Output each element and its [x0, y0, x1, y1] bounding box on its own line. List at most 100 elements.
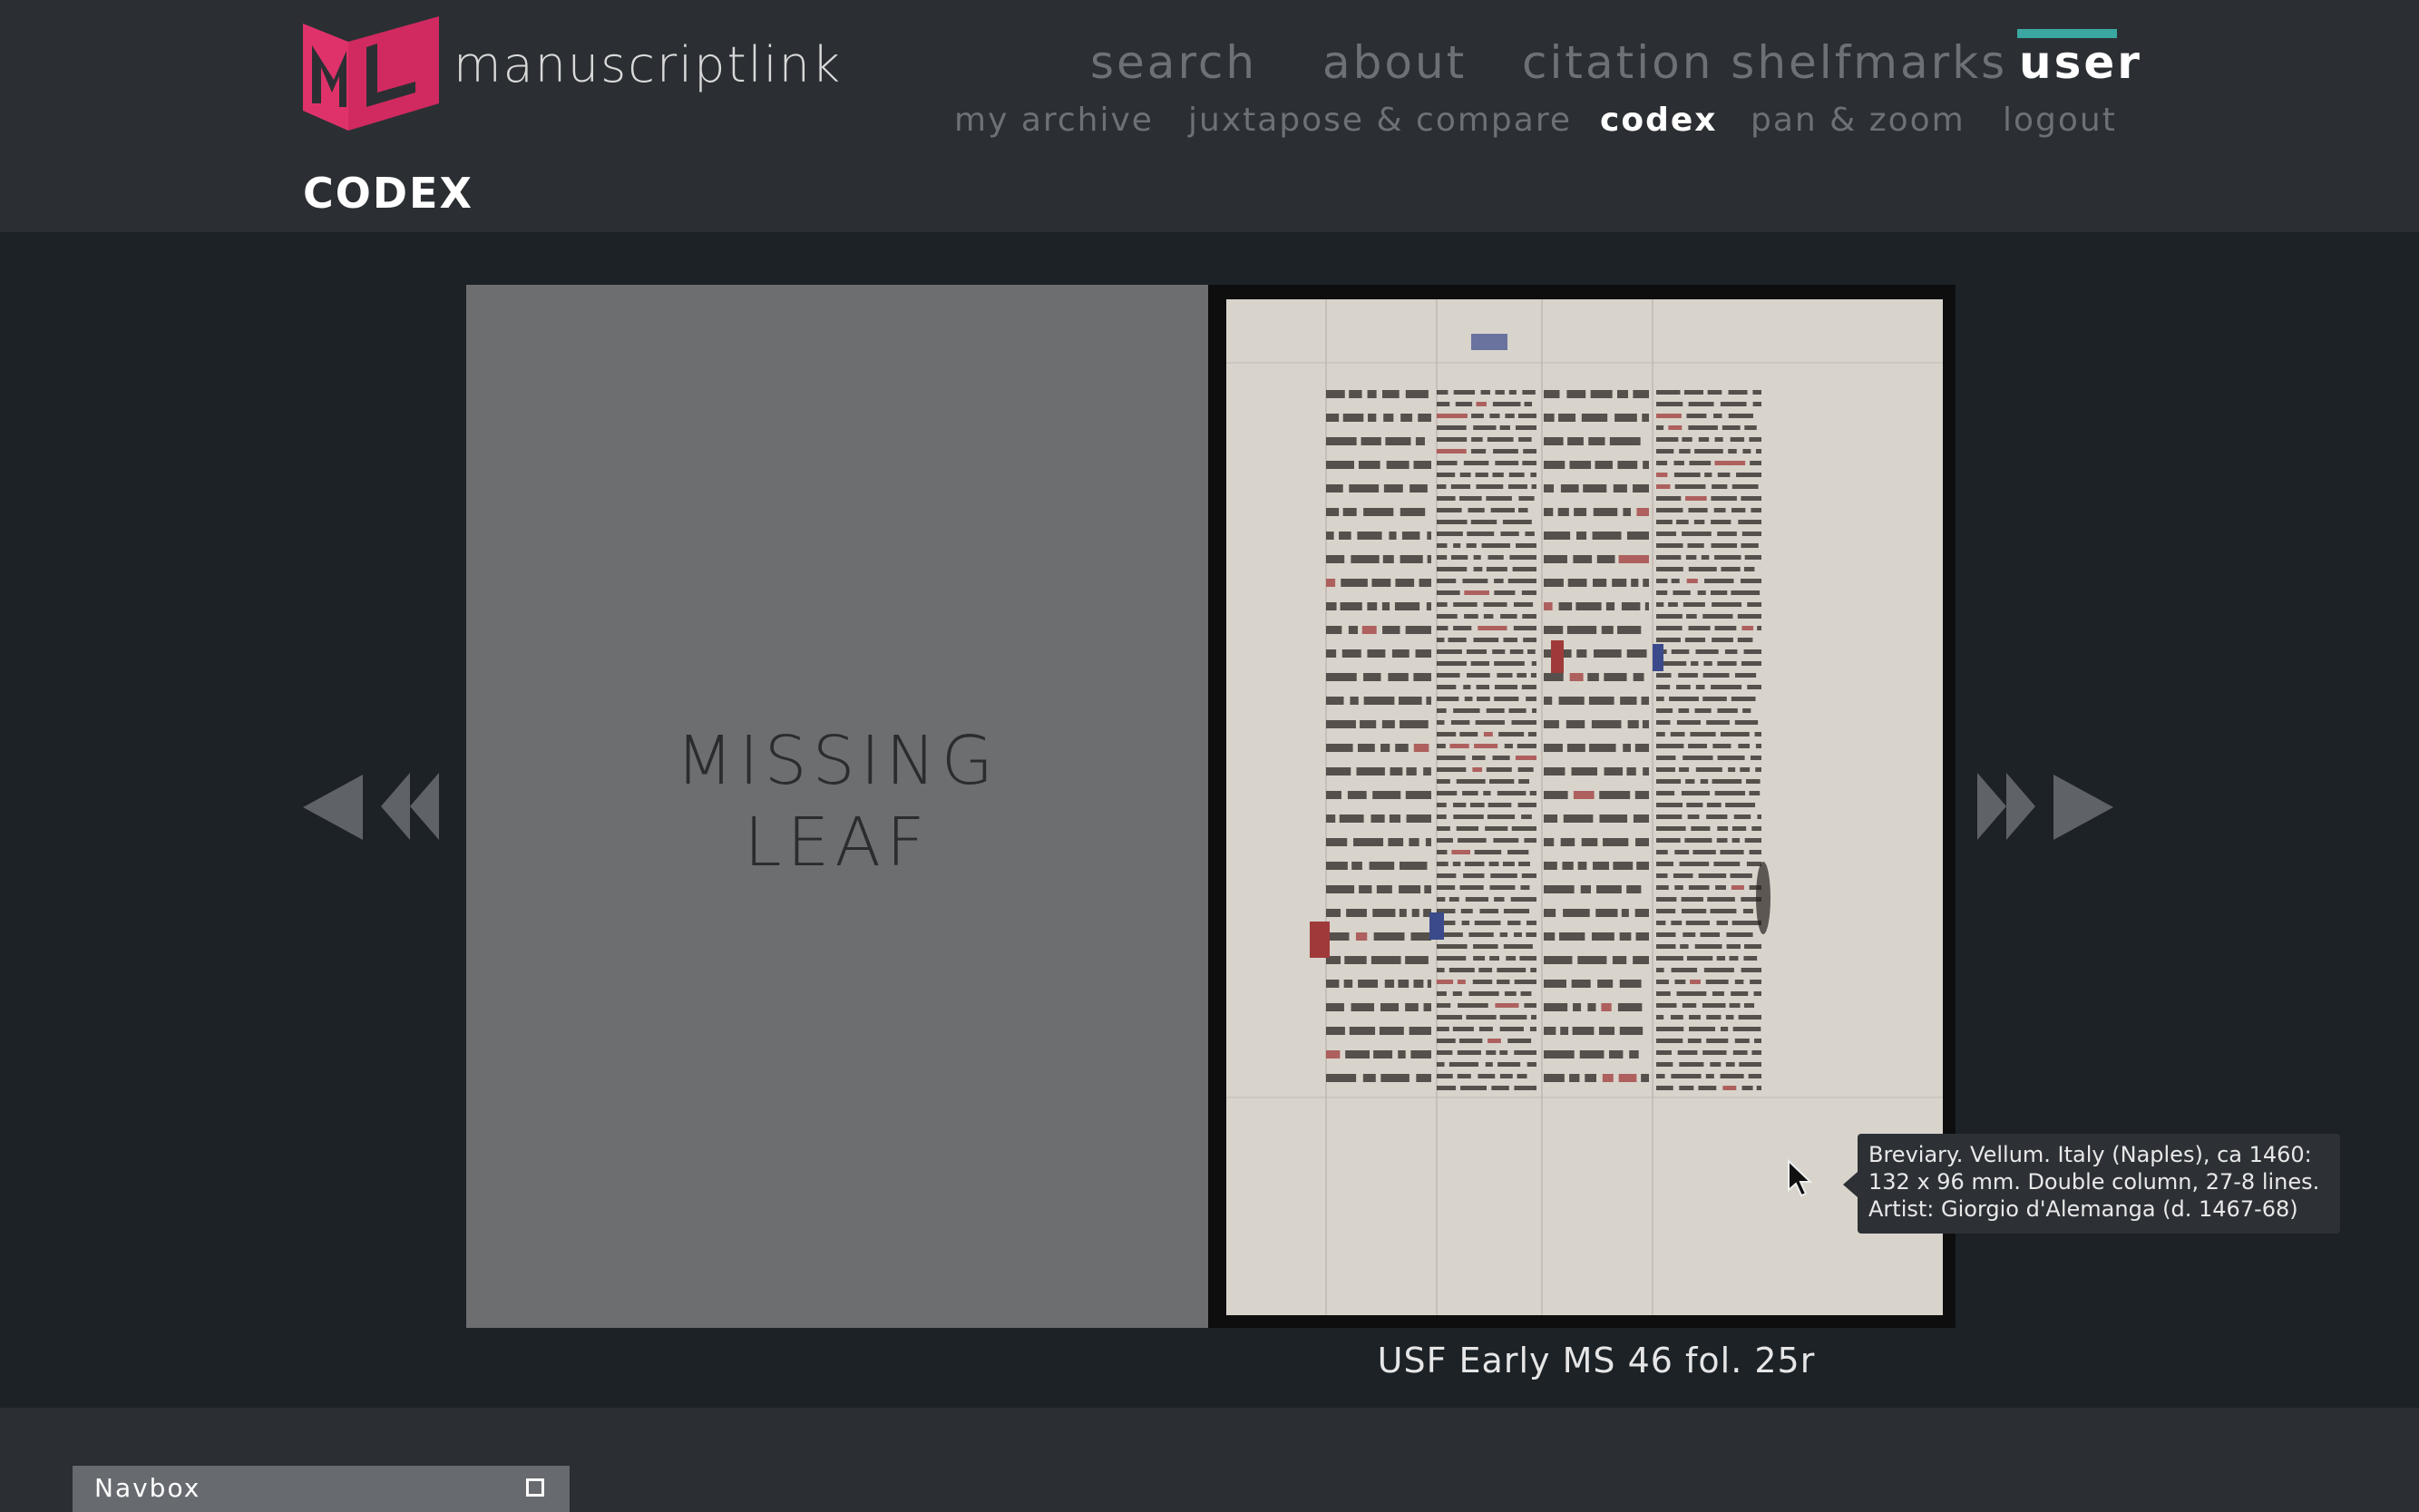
- script-stroke: [1437, 649, 1462, 654]
- script-stroke: [1437, 449, 1467, 454]
- script-stroke: [1683, 756, 1713, 760]
- script-stroke: [1453, 708, 1480, 713]
- script-stroke: [1495, 390, 1505, 395]
- script-stroke: [1689, 461, 1712, 465]
- missing-leaf-line-1: MISSING: [675, 722, 1000, 800]
- script-stroke: [1544, 1050, 1575, 1058]
- script-stroke: [1587, 673, 1599, 681]
- script-stroke: [1506, 956, 1517, 961]
- script-stroke: [1656, 437, 1679, 442]
- script-stroke: [1603, 838, 1629, 846]
- script-stroke: [1569, 1074, 1580, 1082]
- script-stroke: [1711, 543, 1738, 548]
- script-stroke: [1450, 484, 1471, 489]
- script-stroke: [1567, 437, 1584, 445]
- script-stroke: [1679, 767, 1690, 772]
- script-stroke: [1503, 944, 1533, 949]
- script-stroke: [1494, 697, 1519, 701]
- script-stroke: [1476, 402, 1487, 406]
- script-stroke: [1619, 1027, 1644, 1035]
- script-stroke: [1437, 767, 1467, 772]
- script-stroke: [1754, 732, 1761, 736]
- double-arrow-right-icon[interactable]: [1977, 773, 2035, 840]
- subnav-my-archive[interactable]: my archive: [954, 102, 1154, 139]
- script-stroke: [1544, 697, 1553, 705]
- script-stroke: [1380, 1074, 1409, 1082]
- subnav-codex[interactable]: codex: [1600, 102, 1717, 139]
- script-stroke: [1457, 1074, 1471, 1078]
- script-stroke: [1714, 437, 1723, 442]
- script-stroke: [1517, 803, 1536, 807]
- script-stroke: [1500, 532, 1519, 536]
- script-stroke: [1326, 532, 1334, 540]
- arrow-right-icon[interactable]: [2053, 775, 2113, 840]
- script-stroke: [1726, 932, 1753, 937]
- subnav-logout[interactable]: logout: [2003, 102, 2117, 139]
- script-stroke: [1388, 838, 1404, 846]
- script-stroke: [1704, 579, 1734, 583]
- script-stroke: [1437, 685, 1457, 689]
- script-stroke: [1531, 661, 1536, 666]
- script-stroke: [1741, 968, 1761, 972]
- script-stroke: [1494, 897, 1505, 902]
- nav-citation-shelfmarks[interactable]: citation shelfmarks: [1522, 36, 2007, 89]
- script-stroke: [1739, 1062, 1761, 1067]
- script-stroke: [1721, 567, 1741, 571]
- script-stroke: [1698, 437, 1710, 442]
- missing-leaf-panel: MISSING LEAF: [466, 285, 1208, 1328]
- nav-about[interactable]: about: [1322, 36, 1467, 89]
- script-stroke: [1641, 697, 1649, 705]
- script-stroke: [1427, 980, 1431, 988]
- missing-leaf-line-2: LEAF: [744, 804, 931, 882]
- navbox-panel[interactable]: Navbox: [73, 1466, 570, 1512]
- manuscript-folio-image[interactable]: [1226, 299, 1943, 1315]
- subnav-pan-zoom[interactable]: pan & zoom: [1751, 102, 1965, 139]
- script-stroke: [1437, 826, 1450, 831]
- script-stroke: [1390, 767, 1403, 776]
- manuscriptlink-logo-icon[interactable]: [303, 16, 439, 131]
- script-stroke: [1521, 685, 1536, 689]
- script-stroke: [1614, 414, 1637, 422]
- script-stroke: [1544, 508, 1554, 516]
- script-stroke: [1617, 461, 1638, 469]
- script-stroke: [1573, 1003, 1582, 1011]
- script-stroke: [1423, 767, 1431, 776]
- script-stroke: [1358, 980, 1378, 988]
- nav-search[interactable]: search: [1090, 36, 1257, 89]
- script-stroke: [1712, 638, 1733, 642]
- script-stroke: [1566, 390, 1586, 398]
- script-stroke: [1717, 708, 1738, 713]
- script-stroke: [1636, 862, 1649, 870]
- script-stroke: [1474, 850, 1502, 854]
- script-stroke: [1437, 815, 1447, 819]
- script-stroke: [1437, 661, 1467, 666]
- script-stroke: [1326, 602, 1337, 610]
- double-arrow-left-icon[interactable]: [381, 773, 439, 840]
- script-stroke: [1544, 720, 1559, 728]
- nav-user[interactable]: user: [2019, 36, 2142, 89]
- script-stroke: [1702, 673, 1730, 678]
- script-stroke: [1656, 1003, 1677, 1008]
- subnav-juxtapose-compare[interactable]: juxtapose & compare: [1188, 102, 1572, 139]
- script-stroke: [1437, 425, 1467, 430]
- script-stroke: [1351, 555, 1380, 563]
- script-stroke: [1458, 1039, 1483, 1043]
- script-stroke: [1731, 991, 1749, 996]
- script-stroke: [1437, 520, 1468, 524]
- script-stroke: [1612, 579, 1627, 587]
- script-stroke: [1686, 803, 1703, 807]
- script-stroke: [1558, 602, 1573, 610]
- script-stroke: [1499, 932, 1508, 937]
- logo-text[interactable]: manuscriptlink: [454, 36, 842, 93]
- script-stroke: [1656, 402, 1683, 406]
- navbox-expand-icon[interactable]: [526, 1478, 544, 1497]
- script-stroke: [1717, 756, 1745, 760]
- script-stroke: [1644, 602, 1649, 610]
- script-stroke: [1523, 449, 1536, 454]
- script-stroke: [1731, 697, 1756, 701]
- script-stroke: [1671, 1074, 1702, 1078]
- script-stroke: [1670, 732, 1685, 736]
- script-stroke: [1731, 838, 1741, 843]
- script-stroke: [1367, 390, 1377, 398]
- arrow-left-icon[interactable]: [303, 775, 363, 840]
